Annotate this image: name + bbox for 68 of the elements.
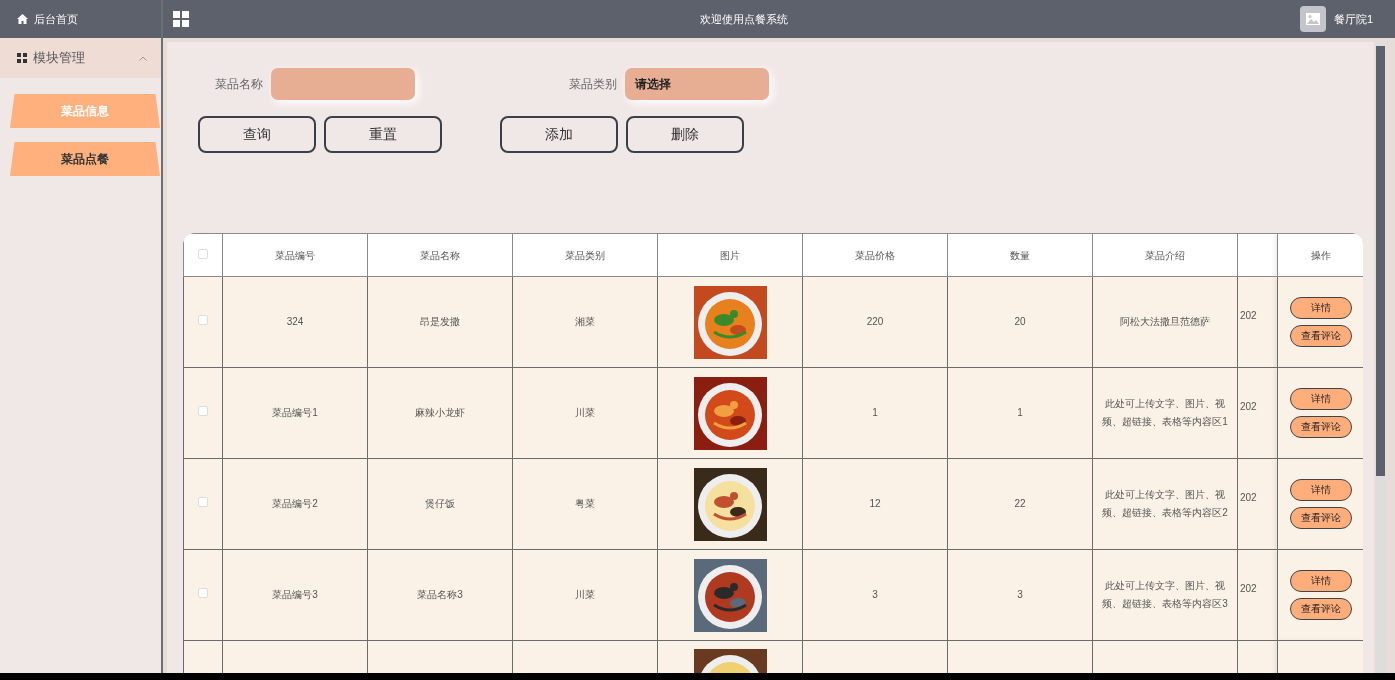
field-label: 菜品名称	[215, 76, 263, 93]
page-title: 欢迎使用点餐系统	[700, 12, 789, 25]
table-cell: 麻辣小龙虾	[415, 407, 465, 418]
sidebar-item[interactable]: 菜品点餐	[10, 142, 160, 176]
column-header: 图片	[657, 233, 803, 277]
table-cell: 菜品编号2	[272, 498, 318, 509]
table-cell: 324	[286, 316, 304, 327]
scrollbar-thumb[interactable]	[1376, 46, 1385, 476]
table-cell: 12	[869, 498, 881, 509]
table-cell: 220	[866, 316, 884, 327]
table-cell: 川菜	[575, 589, 595, 600]
row-checkbox[interactable]	[198, 315, 208, 325]
table-cell: 202	[1240, 310, 1257, 321]
table-cell: 粤菜	[575, 498, 595, 509]
row-checkbox[interactable]	[198, 497, 208, 507]
table-cell: 煲仔饭	[425, 498, 455, 509]
table-cell: 1	[872, 407, 878, 418]
select-all-checkbox[interactable]	[198, 248, 208, 259]
name-input-field[interactable]	[271, 68, 415, 100]
action-button[interactable]: 添加	[500, 116, 618, 153]
table-cell: 202	[1240, 583, 1257, 594]
category-select[interactable]: 请选择	[625, 68, 769, 100]
avatar-image-icon[interactable]	[1299, 6, 1326, 32]
column-header: 操作	[1277, 233, 1363, 277]
table-cell: 202	[1240, 492, 1257, 503]
table-cell: 阿松大法撒旦范德萨	[1120, 316, 1210, 327]
table-cell: 3	[1017, 589, 1023, 600]
table-cell: 1	[1017, 407, 1023, 418]
table-cell: 22	[1014, 498, 1026, 509]
action-button[interactable]: 重置	[324, 116, 442, 153]
menu-group-label: 模块管理	[33, 49, 86, 68]
row-action-button[interactable]: 查看评论	[1289, 507, 1352, 529]
column-header: 菜品类别	[512, 233, 658, 277]
grid-icon	[17, 53, 27, 63]
table-cell: 川菜	[575, 407, 595, 418]
table-cell: 此处可上传文字、图片、视频、超链接、表格等内容区3	[1102, 580, 1228, 609]
table-cell: 此处可上传文字、图片、视频、超链接、表格等内容区2	[1102, 489, 1228, 518]
table-cell: 202	[1240, 401, 1257, 412]
home-link[interactable]: 后台首页	[34, 10, 78, 28]
table-cell: 3	[872, 589, 878, 600]
column-header: 菜品价格	[802, 233, 948, 277]
table-cell: 昂是发撒	[420, 316, 460, 327]
action-button[interactable]: 查询	[198, 116, 316, 153]
row-action-button[interactable]: 查看评论	[1289, 325, 1352, 347]
row-action-button[interactable]: 查看评论	[1289, 416, 1352, 438]
menu-icon[interactable]	[173, 11, 189, 27]
column-header: 菜品介绍	[1092, 233, 1238, 277]
user-name[interactable]: 餐厅院1	[1333, 10, 1373, 28]
field-label: 菜品类别	[569, 76, 617, 93]
row-action-button[interactable]: 查看评论	[1289, 598, 1352, 620]
row-action-button[interactable]: 详情	[1289, 570, 1352, 592]
row-action-button[interactable]: 详情	[1289, 479, 1352, 501]
table-cell: 20	[1014, 316, 1026, 327]
table-cell: 此处可上传文字、图片、视频、超链接、表格等内容区1	[1102, 398, 1228, 427]
column-header: 菜品编号	[222, 233, 368, 277]
row-action-button[interactable]: 详情	[1289, 297, 1352, 319]
row-action-button[interactable]: 详情	[1289, 388, 1352, 410]
row-checkbox[interactable]	[198, 588, 208, 598]
menu-group[interactable]: 模块管理	[0, 38, 161, 78]
home-icon	[17, 14, 28, 24]
row-checkbox[interactable]	[198, 406, 208, 416]
column-header: 菜品名称	[367, 233, 513, 277]
table-cell: 湘菜	[575, 316, 595, 327]
column-header: 数量	[947, 233, 1093, 277]
action-button[interactable]: 删除	[626, 116, 744, 153]
table-cell: 菜品编号3	[272, 589, 318, 600]
table-cell: 菜品名称3	[417, 589, 463, 600]
table-cell: 菜品编号1	[272, 407, 318, 418]
